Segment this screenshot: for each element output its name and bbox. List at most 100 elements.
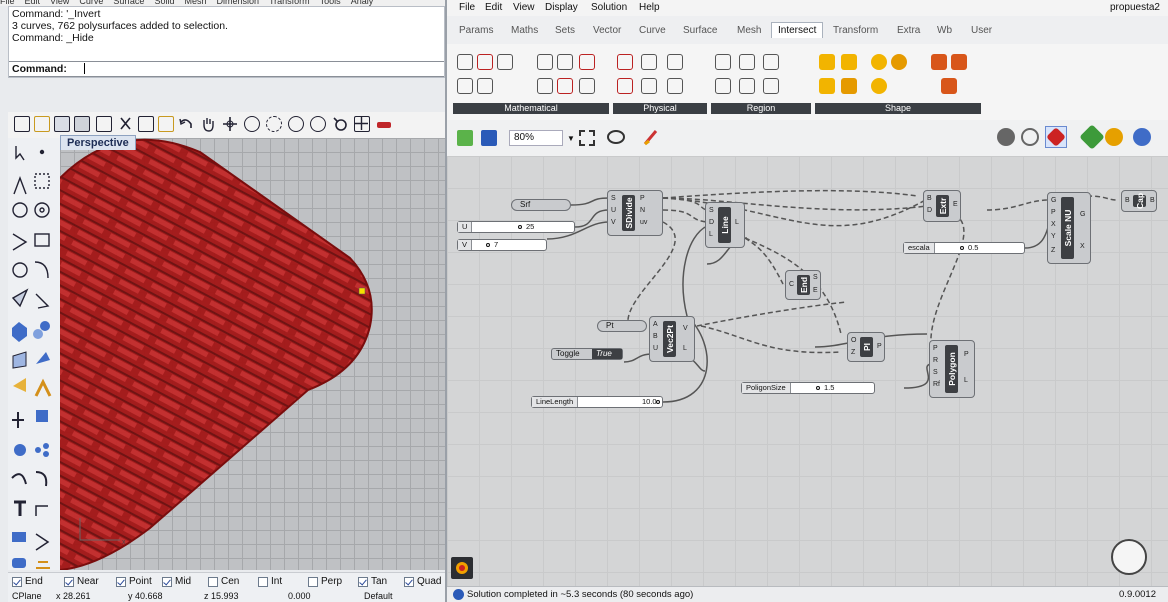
component-end[interactable]: C End S E [785, 270, 821, 300]
copy-icon[interactable] [138, 116, 154, 132]
osnap-cen[interactable]: Cen [208, 576, 239, 587]
canvas-widget-icon[interactable] [451, 557, 473, 579]
tab-intersect[interactable]: Intersect [771, 22, 824, 38]
toggle-value[interactable]: True [592, 349, 622, 359]
checkbox[interactable] [116, 576, 126, 587]
zoom-selected-icon[interactable] [310, 116, 326, 132]
paste-icon[interactable] [158, 116, 174, 132]
component-icon[interactable] [819, 54, 835, 70]
osnap-tan[interactable]: Tan [358, 576, 387, 587]
component-icon[interactable] [951, 54, 967, 70]
zoom-window-icon[interactable] [266, 116, 282, 132]
component-icon[interactable] [841, 54, 857, 70]
component-vec2pt[interactable]: A B U Vec2Pt V L [649, 316, 695, 362]
osnap-mid[interactable]: Mid [162, 576, 191, 587]
component-icon[interactable] [739, 78, 755, 94]
component-icon[interactable] [557, 78, 573, 94]
globe-icon[interactable] [1133, 128, 1151, 146]
slider-u[interactable]: U 25 [457, 221, 575, 233]
tab-transform[interactable]: Transform [833, 25, 878, 36]
checkbox[interactable] [208, 576, 218, 587]
four-viewports-icon[interactable] [354, 116, 370, 132]
component-icon[interactable] [537, 78, 553, 94]
menu-help[interactable]: Help [639, 2, 660, 13]
undo-icon[interactable] [178, 116, 194, 132]
chevron-down-icon[interactable]: ▼ [567, 134, 575, 143]
pan-hand-icon[interactable] [200, 116, 216, 132]
preview-wireframe-icon[interactable] [997, 128, 1015, 146]
component-icon[interactable] [579, 78, 595, 94]
component-icon[interactable] [715, 78, 731, 94]
component-cap[interactable]: B Cap B [1121, 190, 1157, 212]
tool-icons[interactable] [8, 138, 60, 570]
print-icon[interactable] [74, 116, 90, 132]
osnap-int[interactable]: Int [258, 576, 282, 587]
slider-v[interactable]: V 7 [457, 239, 547, 251]
perspective-viewport[interactable]: x [60, 138, 445, 570]
preview-shaded-icon[interactable] [1021, 128, 1039, 146]
zoom-extents-icon[interactable] [288, 116, 304, 132]
sketch-brush-icon[interactable] [643, 128, 659, 146]
undo-view-icon[interactable] [332, 116, 348, 132]
slider-grip[interactable] [656, 400, 660, 404]
grasshopper-canvas[interactable]: Srf U 25 V 7 S U V SDivide P N uv S D L [447, 156, 1168, 586]
component-icon[interactable] [477, 78, 493, 94]
preview-selected-icon[interactable] [1045, 126, 1067, 148]
zoom-icon[interactable] [244, 116, 260, 132]
component-icon[interactable] [617, 78, 633, 94]
osnap-point[interactable]: Point [116, 576, 152, 587]
save-icon[interactable] [481, 130, 497, 146]
tab-params[interactable]: Params [459, 25, 493, 36]
menu-solution[interactable]: Solution [591, 2, 627, 13]
tab-curve[interactable]: Curve [639, 25, 666, 36]
menu-view[interactable]: View [513, 2, 535, 13]
menu-edit[interactable]: Edit [485, 2, 502, 13]
component-line[interactable]: S D L Line L [705, 202, 745, 248]
navigation-compass-icon[interactable] [1111, 539, 1147, 575]
component-icon[interactable] [641, 78, 657, 94]
cut-icon[interactable] [118, 116, 134, 132]
component-icon[interactable] [715, 54, 731, 70]
checkbox[interactable] [258, 576, 268, 587]
rotate-view-icon[interactable] [222, 116, 238, 132]
slider-poligonsize[interactable]: PoligonSize 1.5 [741, 382, 875, 394]
light-icon[interactable] [1105, 128, 1123, 146]
component-extr[interactable]: B D Extr E [923, 190, 961, 222]
zoom-extents-icon[interactable] [579, 130, 595, 146]
param-pt[interactable]: Pt [597, 320, 647, 332]
component-icon[interactable] [557, 54, 573, 70]
component-icon[interactable] [871, 78, 887, 94]
component-sdivide[interactable]: S U V SDivide P N uv [607, 190, 663, 236]
component-icon[interactable] [941, 78, 957, 94]
component-icon[interactable] [497, 54, 513, 70]
preview-eye-icon[interactable] [607, 130, 625, 144]
menu-display[interactable]: Display [545, 2, 578, 13]
checkbox[interactable] [162, 576, 172, 587]
viewport-tab-perspective[interactable]: Perspective [60, 135, 136, 150]
open-folder-icon[interactable] [34, 116, 50, 132]
tab-surface[interactable]: Surface [683, 25, 717, 36]
slider-linelength[interactable]: LineLength 10.0 [531, 396, 663, 408]
component-icon[interactable] [477, 54, 493, 70]
tab-sets[interactable]: Sets [555, 25, 575, 36]
component-icon[interactable] [667, 54, 683, 70]
component-icon[interactable] [579, 54, 595, 70]
tab-wb[interactable]: Wb [937, 25, 952, 36]
tab-user[interactable]: User [971, 25, 992, 36]
component-icon[interactable] [841, 78, 857, 94]
component-icon[interactable] [617, 54, 633, 70]
menu-file[interactable]: File [459, 2, 475, 13]
slider-grip[interactable] [518, 225, 522, 229]
component-icon[interactable] [457, 54, 473, 70]
component-icon[interactable] [457, 78, 473, 94]
slider-grip[interactable] [960, 246, 964, 250]
tab-mesh[interactable]: Mesh [737, 25, 761, 36]
osnap-perp[interactable]: Perp [308, 576, 342, 587]
checkbox[interactable] [64, 576, 74, 587]
component-polygon[interactable]: P R S Rf Polygon P L [929, 340, 975, 398]
checkbox[interactable] [12, 576, 22, 587]
osnap-quad[interactable]: Quad [404, 576, 441, 587]
slider-grip[interactable] [486, 243, 490, 247]
component-scale-nu[interactable]: G P X Y Z Scale NU G X [1047, 192, 1091, 264]
open-file-icon[interactable] [457, 130, 473, 146]
